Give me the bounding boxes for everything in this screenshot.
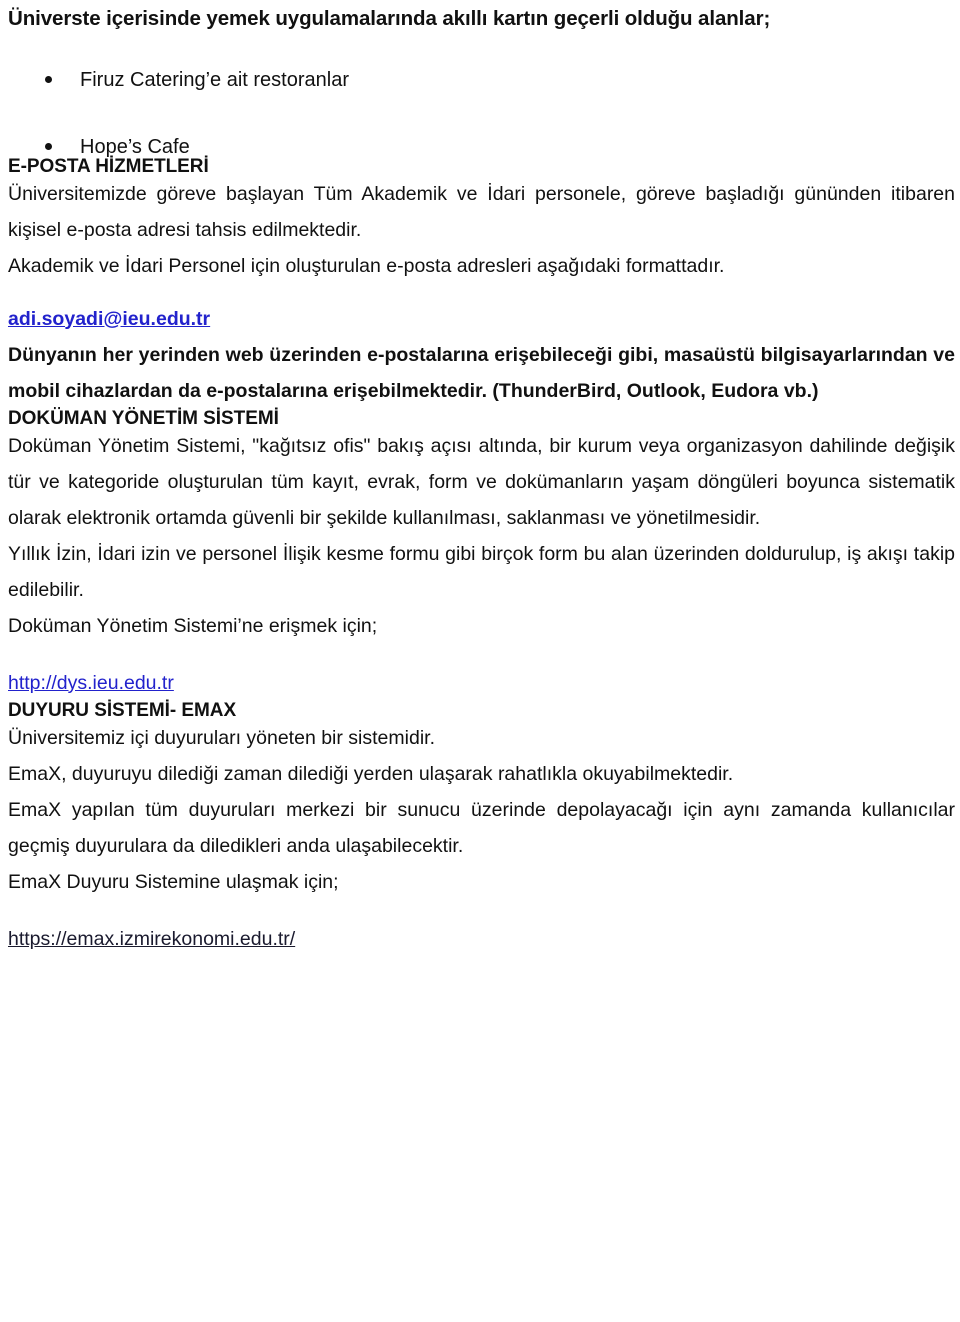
section-heading-duyuru: DUYURU SİSTEMİ- EMAX — [8, 699, 237, 721]
smart-card-locations-list: Firuz Catering’e ait restoranlar Hope’s … — [8, 70, 955, 157]
dokuman-paragraph-2: Yıllık İzin, İdari izin ve personel İliş… — [8, 542, 955, 601]
emax-access-label: EmaX Duyuru Sistemine ulaşmak için; — [8, 870, 339, 893]
list-item: Hope’s Cafe — [8, 137, 955, 157]
email-format-link[interactable]: adi.soyadi@ieu.edu.tr — [8, 301, 955, 337]
section-heading-eposta: E-POSTA HİZMETLERİ — [8, 155, 209, 177]
eposta-paragraph-2: Akademik ve İdari Personel için oluşturu… — [8, 254, 725, 277]
list-item-label: Firuz Catering’e ait restoranlar — [80, 68, 349, 91]
bullet-dot-icon — [45, 142, 52, 150]
page-title: Üniverste içerisinde yemek uygulamaların… — [8, 7, 771, 30]
list-item: Firuz Catering’e ait restoranlar — [8, 70, 955, 90]
section-heading-dokuman: DOKÜMAN YÖNETİM SİSTEMİ — [8, 407, 279, 429]
duyuru-paragraph-2: EmaX, duyuruyu dilediği zaman dilediği y… — [8, 762, 734, 785]
list-item-label: Hope’s Cafe — [80, 135, 190, 158]
dys-url-link[interactable]: http://dys.ieu.edu.tr — [8, 665, 955, 701]
eposta-paragraph-3: Dünyanın her yerinden web üzerinden e-po… — [8, 343, 955, 402]
duyuru-paragraph-3: EmaX yapılan tüm duyuruları merkezi bir … — [8, 798, 955, 857]
eposta-paragraph-1: Üniversitemizde göreve başlayan Tüm Akad… — [8, 182, 955, 241]
bullet-dot-icon — [45, 75, 52, 83]
emax-url-link[interactable]: https://emax.izmirekonomi.edu.tr/ — [8, 921, 955, 957]
document-page: Üniverste içerisinde yemek uygulamaların… — [0, 0, 960, 1322]
duyuru-paragraph-1: Üniversitemiz içi duyuruları yöneten bir… — [8, 726, 435, 749]
dokuman-access-label: Doküman Yönetim Sistemi’ne erişmek için; — [8, 614, 378, 637]
document-body: Üniverste içerisinde yemek uygulamaların… — [8, 0, 955, 957]
dokuman-paragraph-1: Doküman Yönetim Sistemi, "kağıtsız ofis"… — [8, 434, 955, 529]
